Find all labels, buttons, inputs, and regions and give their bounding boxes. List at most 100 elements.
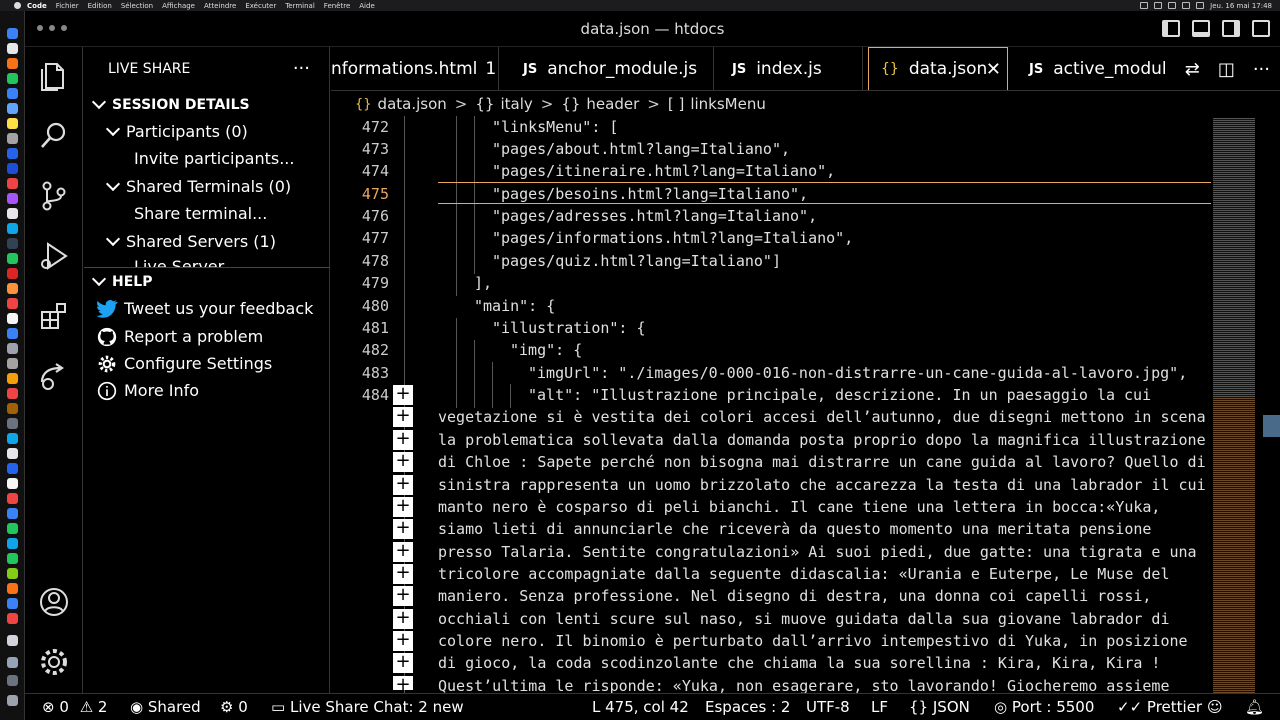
live-server-item-clipped[interactable]: Live Server [84,257,330,267]
dock-app-icon[interactable] [7,313,18,324]
menu-fichier[interactable]: Fichier [56,2,79,10]
dock-app-icon[interactable] [7,223,18,234]
dock-app-icon[interactable] [7,538,18,549]
add-comment-icon[interactable]: + [393,475,413,495]
minimap[interactable] [1211,116,1280,693]
dock-app-icon[interactable] [7,613,18,624]
dock-app-icon[interactable] [7,358,18,369]
add-comment-icon[interactable]: + [393,631,413,651]
dock-trash-icon[interactable] [7,695,18,706]
close-tab-icon[interactable]: ✕ [986,59,1001,80]
menu-executer[interactable]: Exécuter [245,2,276,10]
add-comment-icon[interactable]: + [393,519,413,539]
report-problem-item[interactable]: Report a problem [84,323,330,350]
add-comment-icon[interactable]: + [393,430,413,450]
add-comment-icon[interactable]: + [393,497,413,517]
live-share-status[interactable]: ◉ Shared [130,698,201,716]
configure-settings-item[interactable]: Configure Settings [84,350,330,377]
add-comment-icon[interactable]: + [393,609,413,629]
participants-item[interactable]: Participants (0) [84,118,330,145]
menu-terminal[interactable]: Terminal [285,2,315,10]
session-details-header[interactable]: SESSION DETAILS [84,91,330,118]
accounts-icon[interactable] [37,585,71,619]
prettier-status[interactable]: ✓✓ Prettier [1117,698,1202,716]
share-terminal-item[interactable]: Share terminal... [84,200,330,227]
tweet-feedback-item[interactable]: Tweet us your feedback [84,295,330,322]
dock-app-icon[interactable] [7,508,18,519]
breadcrumb-item[interactable]: italy [500,95,532,113]
add-comment-icon[interactable]: + [393,676,413,693]
dock-app-icon[interactable] [7,478,18,489]
dock-app-icon[interactable] [7,433,18,444]
wifi-icon[interactable] [1182,2,1191,9]
dock-app-icon[interactable] [7,568,18,579]
menu-affichage[interactable]: Affichage [162,2,195,10]
tab-index-js[interactable]: JS index.js [714,47,863,90]
dock-app-icon[interactable] [7,193,18,204]
status-icon[interactable] [1154,2,1163,9]
dock-app-icon[interactable] [7,73,18,84]
menu-aide[interactable]: Aide [359,2,374,10]
status-icon[interactable] [1140,2,1149,9]
dock-app-icon[interactable] [7,298,18,309]
run-debug-icon[interactable] [37,239,71,273]
shared-terminals-item[interactable]: Shared Terminals (0) [84,173,330,200]
dock-app-icon[interactable] [7,463,18,474]
dock-app-icon[interactable] [7,58,18,69]
live-share-icon[interactable] [37,359,71,393]
add-comment-icon[interactable]: + [393,407,413,427]
dock-app-icon[interactable] [7,118,18,129]
dock-app-icon[interactable] [7,388,18,399]
dock-app-icon[interactable] [7,88,18,99]
indentation[interactable]: Espaces : 2 [705,698,790,716]
dock-app-icon[interactable] [7,675,18,686]
menu-fenetre[interactable]: Fenêtre [324,2,350,10]
breadcrumb-item[interactable]: header [586,95,639,113]
dock-app-icon[interactable] [7,635,18,646]
language-mode[interactable]: {} JSON [909,698,970,716]
feedback-icon[interactable]: ☺ [1207,698,1223,716]
add-comment-icon[interactable]: + [393,452,413,472]
split-editor-icon[interactable]: ◫ [1218,59,1235,80]
live-server-port[interactable]: ◎ Port : 5500 [994,698,1094,716]
dock-app-icon[interactable] [7,163,18,174]
toggle-panel-icon[interactable] [1192,20,1210,37]
dock-app-icon[interactable] [7,598,18,609]
help-header[interactable]: HELP [84,268,330,295]
ports-indicator[interactable]: ⚙ 0 [220,698,248,716]
dock-app-icon[interactable] [7,283,18,294]
apple-icon[interactable] [14,2,21,9]
dock-app-icon[interactable] [7,178,18,189]
tab-informations-html[interactable]: nformations.html 1 [331,47,499,90]
dock-app-icon[interactable] [7,28,18,39]
dock-app-icon[interactable] [7,583,18,594]
dock-app-icon[interactable] [7,343,18,354]
encoding[interactable]: UTF-8 [806,698,850,716]
more-actions-icon[interactable]: ··· [1253,59,1270,80]
status-icon[interactable] [1168,2,1177,9]
dock-app-icon[interactable] [7,523,18,534]
add-comment-icon[interactable]: + [393,586,413,606]
dock-app-icon[interactable] [7,208,18,219]
explorer-icon[interactable] [37,59,71,93]
dock-app-icon[interactable] [7,493,18,504]
invite-participants-item[interactable]: Invite participants... [84,145,330,172]
dock-app-icon[interactable] [7,148,18,159]
scrollbar-thumb[interactable] [1263,415,1280,437]
gear-icon[interactable] [37,645,71,679]
extensions-icon[interactable] [37,299,71,333]
more-actions-icon[interactable]: ··· [293,58,310,79]
dock-app-icon[interactable] [7,238,18,249]
cursor-position[interactable]: L 475, col 42 [592,698,689,716]
toggle-secondary-sidebar-icon[interactable] [1222,20,1240,37]
menu-selection[interactable]: Sélection [121,2,153,10]
dock-app-icon[interactable] [7,268,18,279]
menu-code[interactable]: Code [27,2,47,10]
search-icon[interactable] [37,119,71,153]
bell-icon[interactable]: 🔔︎ [1245,698,1264,716]
dock-app-icon[interactable] [7,403,18,414]
breadcrumb-item[interactable]: data.json [378,95,447,113]
compare-icon[interactable]: ⇄ [1185,59,1200,80]
battery-icon[interactable] [1196,2,1205,9]
menu-edition[interactable]: Edition [88,2,112,10]
